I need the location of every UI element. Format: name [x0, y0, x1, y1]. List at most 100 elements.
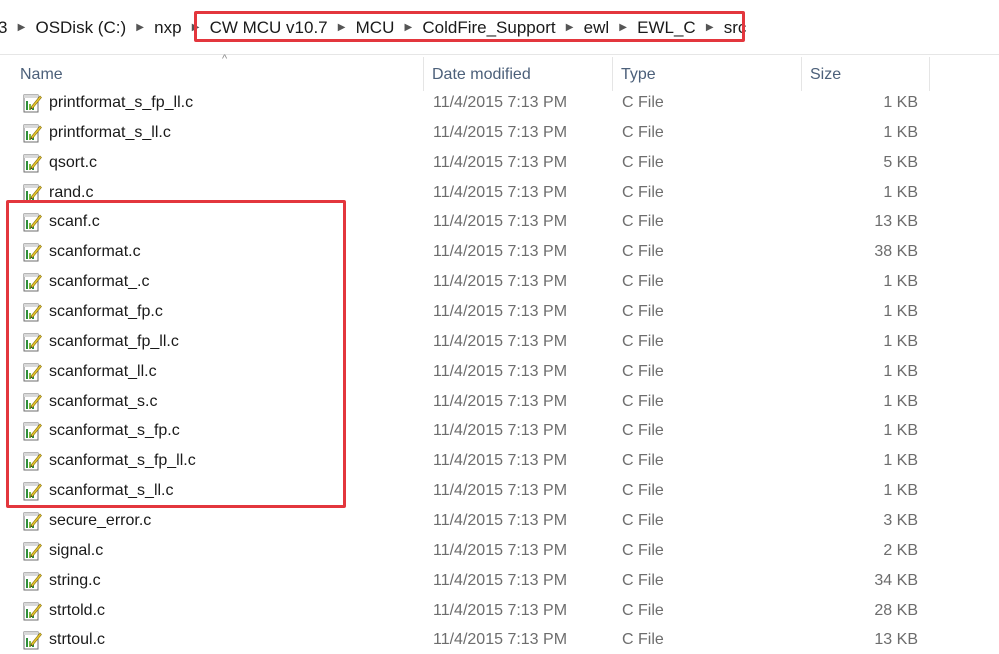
- breadcrumb-item[interactable]: MCU: [352, 14, 399, 42]
- file-date-modified: 11/4/2015 7:13 PM: [433, 273, 568, 291]
- c-source-file-icon: [23, 333, 42, 352]
- file-type: C File: [622, 362, 664, 380]
- file-row[interactable]: strtoul.c 11/4/2015 7:13 PM C File 13 KB: [0, 625, 999, 654]
- column-header-label: Type: [621, 66, 656, 83]
- file-name: scanformat_s_fp.c: [49, 422, 180, 440]
- file-date-modified: 11/4/2015 7:13 PM: [433, 422, 568, 440]
- file-name: scanformat_s_fp_ll.c: [49, 452, 196, 470]
- file-row[interactable]: qsort.c 11/4/2015 7:13 PM C File 5 KB: [0, 148, 999, 178]
- file-type: C File: [622, 213, 664, 231]
- column-header-date-modified[interactable]: Date modified: [424, 57, 613, 91]
- column-header-type[interactable]: Type: [613, 57, 802, 91]
- column-header-size[interactable]: Size: [802, 57, 930, 91]
- file-row[interactable]: scanformat.c 11/4/2015 7:13 PM C File 38…: [0, 237, 999, 267]
- column-header-name[interactable]: Name ^: [12, 53, 424, 91]
- file-size: 1 KB: [883, 94, 918, 111]
- file-row[interactable]: printformat_s_ll.c 11/4/2015 7:13 PM C F…: [0, 118, 999, 148]
- file-row[interactable]: scanformat_s_ll.c 11/4/2015 7:13 PM C Fi…: [0, 476, 999, 506]
- breadcrumb-item[interactable]: src: [720, 14, 751, 42]
- c-source-file-icon: [23, 572, 42, 591]
- file-date-modified: 11/4/2015 7:13 PM: [433, 243, 568, 261]
- file-row[interactable]: scanformat_fp_ll.c 11/4/2015 7:13 PM C F…: [0, 327, 999, 357]
- c-source-file-icon: [23, 422, 42, 441]
- file-name: scanformat_.c: [49, 273, 150, 291]
- file-size: 2 KB: [883, 541, 918, 559]
- file-explorer-window: 3 ▶ OSDisk (C:) ▶ nxp ▶ CW MCU v10.7 ▶ M…: [0, 0, 999, 654]
- file-row[interactable]: scanformat_ll.c 11/4/2015 7:13 PM C File…: [0, 357, 999, 387]
- file-name: signal.c: [49, 541, 104, 559]
- file-type: C File: [622, 183, 664, 201]
- breadcrumb: 3 ▶ OSDisk (C:) ▶ nxp ▶ CW MCU v10.7 ▶ M…: [0, 14, 750, 42]
- file-date-modified: 11/4/2015 7:13 PM: [433, 123, 568, 141]
- file-date-modified: 11/4/2015 7:13 PM: [433, 571, 568, 589]
- file-row[interactable]: scanformat_s.c 11/4/2015 7:13 PM C File …: [0, 387, 999, 417]
- chevron-right-icon[interactable]: ▶: [332, 14, 352, 42]
- file-row[interactable]: scanformat_s_fp.c 11/4/2015 7:13 PM C Fi…: [0, 416, 999, 446]
- file-size: 34 KB: [874, 571, 918, 589]
- file-row[interactable]: secure_error.c 11/4/2015 7:13 PM C File …: [0, 506, 999, 536]
- c-source-file-icon: [23, 452, 42, 471]
- breadcrumb-item[interactable]: 3: [0, 14, 11, 42]
- file-date-modified: 11/4/2015 7:13 PM: [433, 303, 568, 321]
- file-type: C File: [622, 571, 664, 589]
- c-source-file-icon: [23, 213, 42, 232]
- file-size: 1 KB: [883, 362, 918, 380]
- file-type: C File: [622, 541, 664, 559]
- file-row[interactable]: scanformat_s_fp_ll.c 11/4/2015 7:13 PM C…: [0, 446, 999, 476]
- file-row[interactable]: strtold.c 11/4/2015 7:13 PM C File 28 KB: [0, 596, 999, 626]
- file-date-modified: 11/4/2015 7:13 PM: [433, 213, 568, 231]
- file-name: scanformat_ll.c: [49, 362, 157, 380]
- file-row[interactable]: scanformat_fp.c 11/4/2015 7:13 PM C File…: [0, 297, 999, 327]
- file-type: C File: [622, 422, 664, 440]
- breadcrumb-item[interactable]: OSDisk (C:): [31, 14, 130, 42]
- file-size: 13 KB: [874, 631, 918, 649]
- c-source-file-icon: [23, 512, 42, 531]
- c-source-file-icon: [23, 184, 42, 203]
- file-date-modified: 11/4/2015 7:13 PM: [433, 631, 568, 649]
- file-type: C File: [622, 452, 664, 470]
- file-date-modified: 11/4/2015 7:13 PM: [433, 541, 568, 559]
- file-row[interactable]: printformat_s_fp_ll.c 11/4/2015 7:13 PM …: [0, 88, 999, 118]
- file-date-modified: 11/4/2015 7:13 PM: [433, 153, 568, 171]
- file-date-modified: 11/4/2015 7:13 PM: [433, 332, 568, 350]
- breadcrumb-item[interactable]: EWL_C: [633, 14, 700, 42]
- chevron-right-icon[interactable]: ▶: [560, 14, 580, 42]
- sort-ascending-icon: ^: [222, 53, 228, 65]
- file-size: 5 KB: [883, 153, 918, 171]
- address-bar[interactable]: 3 ▶ OSDisk (C:) ▶ nxp ▶ CW MCU v10.7 ▶ M…: [0, 0, 999, 55]
- file-name: scanformat_s_ll.c: [49, 482, 174, 500]
- file-row[interactable]: signal.c 11/4/2015 7:13 PM C File 2 KB: [0, 536, 999, 566]
- chevron-right-icon[interactable]: ▶: [186, 14, 206, 42]
- file-type: C File: [622, 512, 664, 530]
- c-source-file-icon: [23, 542, 42, 561]
- column-header-label: Size: [810, 66, 842, 83]
- file-row[interactable]: scanf.c 11/4/2015 7:13 PM C File 13 KB: [0, 207, 999, 237]
- file-name: strtoul.c: [49, 631, 106, 649]
- file-date-modified: 11/4/2015 7:13 PM: [433, 601, 568, 619]
- file-type: C File: [622, 601, 664, 619]
- chevron-right-icon[interactable]: ▶: [398, 14, 418, 42]
- file-row[interactable]: rand.c 11/4/2015 7:13 PM C File 1 KB: [0, 178, 999, 208]
- file-name: scanf.c: [49, 213, 100, 231]
- chevron-right-icon[interactable]: ▶: [700, 14, 720, 42]
- file-type: C File: [622, 123, 664, 141]
- file-date-modified: 11/4/2015 7:13 PM: [433, 512, 568, 530]
- file-size: 1 KB: [883, 392, 918, 410]
- file-row[interactable]: string.c 11/4/2015 7:13 PM C File 34 KB: [0, 566, 999, 596]
- file-size: 1 KB: [883, 303, 918, 321]
- chevron-right-icon[interactable]: ▶: [11, 14, 31, 42]
- file-name: secure_error.c: [49, 512, 152, 530]
- file-size: 1 KB: [883, 332, 918, 350]
- breadcrumb-item[interactable]: CW MCU v10.7: [206, 14, 332, 42]
- file-date-modified: 11/4/2015 7:13 PM: [433, 362, 568, 380]
- breadcrumb-item[interactable]: ColdFire_Support: [418, 14, 559, 42]
- chevron-right-icon[interactable]: ▶: [613, 14, 633, 42]
- breadcrumb-item[interactable]: nxp: [150, 14, 185, 42]
- file-size: 1 KB: [883, 482, 918, 500]
- file-size: 1 KB: [883, 422, 918, 440]
- c-source-file-icon: [23, 602, 42, 621]
- c-source-file-icon: [23, 482, 42, 501]
- chevron-right-icon[interactable]: ▶: [130, 14, 150, 42]
- file-row[interactable]: scanformat_.c 11/4/2015 7:13 PM C File 1…: [0, 267, 999, 297]
- breadcrumb-item[interactable]: ewl: [580, 14, 614, 42]
